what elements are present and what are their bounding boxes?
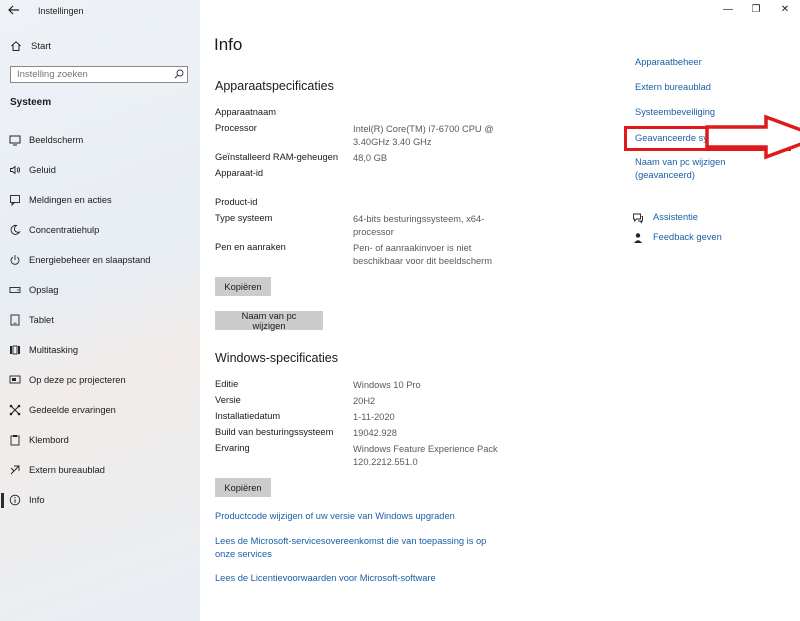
rename-pc-button[interactable]: Naam van pc wijzigen xyxy=(215,311,323,331)
sidebar-item-label: Geluid xyxy=(29,165,56,175)
back-arrow-icon xyxy=(8,5,19,15)
notification-icon xyxy=(9,194,21,206)
info-icon xyxy=(9,494,21,506)
speaker-icon xyxy=(9,164,21,176)
home-icon xyxy=(11,41,21,51)
tablet-icon xyxy=(9,314,21,326)
spec-key: Editie xyxy=(215,379,239,389)
sidebar-item-gedeelde-ervaringen[interactable]: Gedeelde ervaringen xyxy=(0,399,200,421)
remote-desktop-icon xyxy=(9,464,21,476)
monitor-icon xyxy=(9,134,21,146)
help-assistance[interactable]: Assistentie xyxy=(632,211,698,224)
search-box[interactable] xyxy=(10,66,188,83)
close-button[interactable]: ✕ xyxy=(778,4,792,16)
power-icon xyxy=(9,254,21,266)
spec-value: 20H2 xyxy=(353,396,376,406)
sidebar-item-label: Op deze pc projecteren xyxy=(29,375,126,385)
feedback-icon xyxy=(632,231,644,243)
sidebar-item-extern-bureaublad[interactable]: Extern bureaublad xyxy=(0,459,200,481)
device-specs-heading: Apparaatspecificaties xyxy=(215,79,334,93)
help-feedback[interactable]: Feedback geven xyxy=(632,231,722,243)
link-remote-desktop[interactable]: Extern bureaublad xyxy=(635,81,785,94)
multitasking-icon xyxy=(9,344,21,356)
spec-value: 64-bits besturingssysteem, x64-processor xyxy=(353,214,485,237)
spec-value: Windows 10 Pro xyxy=(353,380,421,390)
sidebar-item-label: Opslag xyxy=(29,285,59,295)
sidebar-item-concentratiehulp[interactable]: Concentratiehulp xyxy=(0,219,200,241)
link-license-terms[interactable]: Lees de Licentievoorwaarden voor Microso… xyxy=(215,572,515,585)
copy-device-specs-button[interactable]: Kopiëren xyxy=(215,277,271,296)
spec-key: Processor xyxy=(215,123,257,133)
storage-icon xyxy=(9,284,21,296)
sidebar-item-label: Info xyxy=(29,495,45,505)
copy-windows-specs-button[interactable]: Kopiëren xyxy=(215,478,271,497)
minimize-button[interactable]: — xyxy=(721,4,735,16)
maximize-button[interactable]: ❐ xyxy=(749,4,763,16)
spec-value: Intel(R) Core(TM) i7-6700 CPU @ 3.40GHz … xyxy=(353,124,494,147)
sidebar-item-meldingen[interactable]: Meldingen en acties xyxy=(0,189,200,211)
section-title: Systeem xyxy=(10,97,52,108)
search-input[interactable] xyxy=(11,67,167,82)
sidebar-item-multitasking[interactable]: Multitasking xyxy=(0,339,200,361)
spec-key: Type systeem xyxy=(215,213,273,223)
red-arrow-annotation xyxy=(705,114,800,160)
spec-value: 48,0 GB xyxy=(353,153,388,163)
link-product-key[interactable]: Productcode wijzigen of uw versie van Wi… xyxy=(215,510,515,523)
chat-help-icon xyxy=(632,211,644,224)
back-button[interactable] xyxy=(6,3,22,17)
shared-icon xyxy=(9,404,21,416)
windows-specs-heading: Windows-specificaties xyxy=(215,351,338,365)
sidebar-item-label: Multitasking xyxy=(29,345,79,355)
sidebar-item-label: Concentratiehulp xyxy=(29,225,100,235)
spec-value: 1-11-2020 xyxy=(353,412,395,422)
sidebar-item-klembord[interactable]: Klembord xyxy=(0,429,200,451)
spec-key: Pen en aanraken xyxy=(215,242,286,252)
search-icon[interactable] xyxy=(174,69,184,79)
spec-key: Apparaatnaam xyxy=(215,107,276,117)
spec-value: 19042.928 xyxy=(353,428,397,438)
sidebar-item-label: Energiebeheer en slaapstand xyxy=(29,255,151,265)
window-title: Instellingen xyxy=(38,6,84,16)
spec-value: Pen- of aanraakinvoer is niet beschikbaa… xyxy=(353,243,493,266)
sidebar-item-label: Meldingen en acties xyxy=(29,195,112,205)
spec-key: Installatiedatum xyxy=(215,411,281,421)
help-feedback-label: Feedback geven xyxy=(653,232,722,242)
sidebar-item-projecteren[interactable]: Op deze pc projecteren xyxy=(0,369,200,391)
spec-key: Apparaat-id xyxy=(215,168,264,178)
spec-key: Versie xyxy=(215,395,241,405)
nav-home[interactable]: Start xyxy=(10,38,51,54)
sidebar-item-label: Extern bureaublad xyxy=(29,465,105,475)
main-content: — ❐ ✕ Info Apparaatspecificaties Apparaa… xyxy=(200,0,800,621)
sidebar-item-beeldscherm[interactable]: Beeldscherm xyxy=(0,129,200,151)
sidebar-item-label: Tablet xyxy=(29,315,54,325)
sidebar-item-label: Gedeelde ervaringen xyxy=(29,405,116,415)
sidebar-item-label: Beeldscherm xyxy=(29,135,84,145)
sidebar-item-energiebeheer[interactable]: Energiebeheer en slaapstand xyxy=(0,249,200,271)
sidebar-item-info[interactable]: Info xyxy=(0,489,200,511)
moon-icon xyxy=(9,224,21,236)
sidebar-item-geluid[interactable]: Geluid xyxy=(0,159,200,181)
spec-key: Product-id xyxy=(215,197,258,207)
spec-value: Windows Feature Experience Pack 120.2212… xyxy=(353,444,498,467)
sidebar-item-label: Klembord xyxy=(29,435,69,445)
project-icon xyxy=(9,374,21,386)
link-device-manager[interactable]: Apparaatbeheer xyxy=(635,56,785,69)
sidebar: Instellingen Start Systeem Beeldscherm G… xyxy=(0,0,200,621)
page-title: Info xyxy=(214,35,243,54)
spec-key: Ervaring xyxy=(215,443,250,453)
spec-key: Build van besturingssysteem xyxy=(215,427,334,437)
link-services-agreement[interactable]: Lees de Microsoft-servicesovereenkomst d… xyxy=(215,535,505,560)
clipboard-icon xyxy=(9,434,21,446)
sidebar-item-opslag[interactable]: Opslag xyxy=(0,279,200,301)
sidebar-item-tablet[interactable]: Tablet xyxy=(0,309,200,331)
help-assistance-label: Assistentie xyxy=(653,212,698,222)
spec-key: Geïnstalleerd RAM-geheugen xyxy=(215,152,338,162)
nav-home-label: Start xyxy=(31,40,52,52)
